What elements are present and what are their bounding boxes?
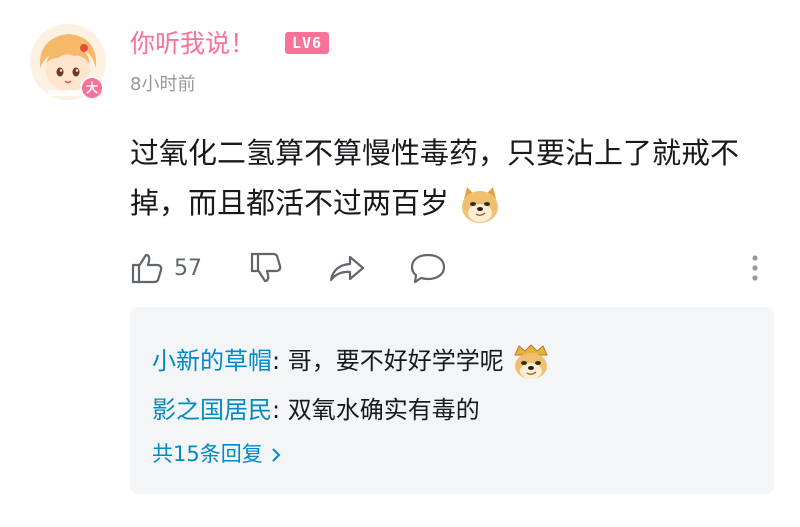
dislike-button[interactable]: [249, 244, 283, 292]
like-button[interactable]: 57: [130, 244, 202, 292]
view-all-replies-link[interactable]: 共15条回复: [152, 439, 283, 469]
reply-icon: [410, 253, 446, 284]
reply-username[interactable]: 小新的草帽: [152, 347, 272, 375]
reply-username[interactable]: 影之国居民: [152, 396, 272, 424]
dislike-icon: [250, 252, 282, 283]
comment-time: 8小时前: [130, 74, 196, 95]
vip-badge: 大: [80, 76, 104, 100]
reply-button[interactable]: [409, 244, 447, 292]
share-button[interactable]: [328, 244, 366, 292]
reply-separator: :: [272, 347, 288, 375]
reply-preview-box[interactable]: 小新的草帽: 哥，要不好好学学呢 影之国居民: 双氧水确实有毒的 共15条回复: [130, 307, 774, 494]
reply-item[interactable]: 影之国居民: 双氧水确实有毒的: [152, 393, 480, 427]
like-count: 57: [174, 255, 202, 281]
comment-action-bar: 57: [0, 244, 800, 292]
chevron-right-icon: [269, 446, 283, 464]
reply-item[interactable]: 小新的草帽: 哥，要不好好学学呢: [152, 343, 551, 381]
reply-text: 哥，要不好好学学呢: [287, 347, 504, 375]
reply-count-label: 共15条回复: [152, 442, 263, 466]
more-options-button[interactable]: [748, 244, 762, 292]
doge-emoji: [458, 185, 502, 225]
level-badge: LV6: [285, 32, 329, 54]
share-icon: [329, 255, 365, 282]
comment-text-block: 过氧化二氢算不算慢性毒药，只要沾上了就戒不掉，而且都活不过两百岁: [130, 128, 780, 228]
reply-text: 双氧水确实有毒的: [287, 396, 480, 424]
comment-username[interactable]: 你听我说！: [130, 28, 255, 60]
reply-separator: :: [272, 396, 288, 424]
like-icon: [131, 253, 163, 284]
more-icon: [752, 255, 758, 281]
doge-king-emoji: [511, 343, 551, 381]
comment-text: 过氧化二氢算不算慢性毒药，只要沾上了就戒不掉，而且都活不过两百岁: [130, 136, 740, 220]
